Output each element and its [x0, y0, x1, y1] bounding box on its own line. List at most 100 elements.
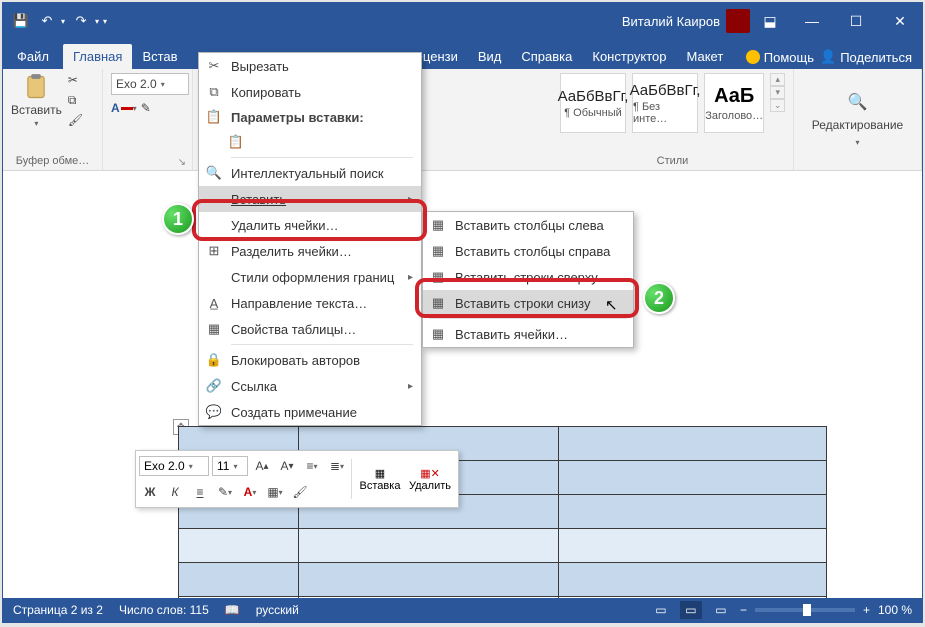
maximize-button[interactable]: ☐ [834, 3, 878, 39]
paste-button[interactable]: Вставить ▾ [11, 73, 62, 128]
ribbon-options-icon[interactable]: ⬓ [760, 11, 780, 31]
minimize-button[interactable]: — [790, 3, 834, 39]
ctx-block-authors[interactable]: 🔒Блокировать авторов [199, 347, 421, 373]
view-web-icon[interactable]: ▭ [710, 601, 732, 619]
cut-icon[interactable]: ✂ [68, 73, 84, 89]
font-name-combo[interactable]: Exo 2.0▾ [111, 73, 189, 95]
insert-rows-below-icon: ▦ [429, 294, 447, 312]
styles-more-icon[interactable]: ⌄ [770, 99, 785, 112]
bullets-icon[interactable]: ≡▾ [301, 455, 323, 477]
sub-insert-rows-above[interactable]: ▦Вставить строки сверху [423, 264, 633, 290]
table-insert-icon: ▦ [375, 467, 385, 480]
copy-icon: ⧉ [205, 83, 223, 101]
tab-view[interactable]: Вид [468, 44, 512, 69]
sub-insert-cells[interactable]: ▦Вставить ячейки… [423, 321, 633, 347]
annotation-badge-2: 2 [643, 282, 675, 314]
mini-insert-button[interactable]: ▦Вставка [355, 467, 405, 492]
styles-down-icon[interactable]: ▾ [770, 86, 785, 99]
grow-font-icon[interactable]: A▴ [251, 455, 273, 477]
bold-button[interactable]: Ж [139, 481, 161, 503]
ctx-table-properties[interactable]: ▦Свойства таблицы… [199, 316, 421, 342]
view-read-icon[interactable]: ▭ [650, 601, 672, 619]
lock-icon: 🔒 [205, 351, 223, 369]
insert-submenu: ▦Вставить столбцы слева ▦Вставить столбц… [422, 211, 634, 348]
insert-cols-left-icon: ▦ [429, 216, 447, 234]
undo-icon[interactable]: ↶ [37, 11, 57, 31]
font-color-icon[interactable]: A▾ [239, 481, 261, 503]
dialog-launcher-icon[interactable]: ↘ [178, 157, 186, 168]
ctx-delete-cells[interactable]: Удалить ячейки… [199, 212, 421, 238]
chevron-right-icon: ▸ [408, 381, 413, 392]
zoom-label[interactable]: 100 % [878, 603, 912, 617]
insert-cells-icon: ▦ [429, 325, 447, 343]
insert-rows-above-icon: ▦ [429, 268, 447, 286]
view-print-icon[interactable]: ▭ [680, 601, 702, 619]
chevron-right-icon: ▸ [408, 272, 413, 283]
tab-insert[interactable]: Встав [132, 44, 187, 69]
style-heading[interactable]: АаБЗаголово… [704, 73, 764, 133]
numbering-icon[interactable]: ≣▾ [326, 455, 348, 477]
ctx-split-cells[interactable]: ⊞Разделить ячейки… [199, 238, 421, 264]
ribbon: Вставить ▾ ✂ ⧉ 🖌 Буфер обме… Exo 2.0▾ A▾… [3, 69, 922, 171]
zoom-in-icon[interactable]: + [863, 603, 870, 617]
ctx-link[interactable]: 🔗Ссылка▸ [199, 373, 421, 399]
ctx-paste-option-1[interactable]: 📋 [199, 129, 421, 155]
split-cells-icon: ⊞ [205, 242, 223, 260]
shrink-font-icon[interactable]: A▾ [276, 455, 298, 477]
style-normal[interactable]: АаБбВвГг,¶ Обычный [560, 73, 626, 133]
sub-insert-cols-left[interactable]: ▦Вставить столбцы слева [423, 212, 633, 238]
font-color-icon[interactable]: A▾ [111, 101, 137, 115]
tab-layout[interactable]: Макет [677, 44, 734, 69]
status-page[interactable]: Страница 2 из 2 [13, 603, 103, 617]
paste-option-icon: 📋 [227, 133, 245, 151]
close-button[interactable]: ✕ [878, 3, 922, 39]
format-painter-icon[interactable]: 🖌 [289, 481, 311, 503]
titlebar: 💾 ↶▾ ↷▾ ▾ Виталий Каиров ⬓ — ☐ ✕ [3, 3, 922, 39]
ctx-smart-lookup[interactable]: 🔍Интеллектуальный поиск [199, 160, 421, 186]
style-no-spacing[interactable]: АаБбВвГг,¶ Без инте… [632, 73, 698, 133]
tell-me[interactable]: Помощь [746, 50, 814, 65]
status-words[interactable]: Число слов: 115 [119, 603, 209, 617]
save-icon[interactable]: 💾 [11, 11, 31, 31]
qat-customize-icon[interactable]: ▾ [103, 17, 107, 26]
copy-icon[interactable]: ⧉ [68, 93, 84, 109]
highlight-icon[interactable]: ✎▾ [214, 481, 236, 503]
mini-delete-button[interactable]: ▦✕Удалить [405, 467, 455, 492]
mini-size-combo[interactable]: 11▾ [212, 456, 248, 476]
link-icon: 🔗 [205, 377, 223, 395]
redo-icon[interactable]: ↷ [71, 11, 91, 31]
bulb-icon [746, 50, 760, 64]
status-bar: Страница 2 из 2 Число слов: 115 📖 русски… [3, 598, 922, 622]
zoom-out-icon[interactable]: − [740, 603, 747, 617]
italic-button[interactable]: К [164, 481, 186, 503]
ctx-insert[interactable]: Вставить▸ [199, 186, 421, 212]
sub-insert-rows-below[interactable]: ▦Вставить строки снизу [423, 290, 633, 316]
paste-icon: 📋 [205, 108, 223, 126]
styles-up-icon[interactable]: ▴ [770, 73, 785, 86]
ctx-new-comment[interactable]: 💬Создать примечание [199, 399, 421, 425]
tab-help[interactable]: Справка [511, 44, 582, 69]
status-language[interactable]: русский [256, 603, 299, 617]
mini-font-combo[interactable]: Exo 2.0▾ [139, 456, 209, 476]
tab-file[interactable]: Файл [3, 44, 63, 69]
underline-icon[interactable]: ≡ [189, 481, 211, 503]
ctx-cut[interactable]: ✂Вырезать [199, 53, 421, 79]
ctx-border-styles[interactable]: Стили оформления границ▸ [199, 264, 421, 290]
ctx-text-direction[interactable]: A̲Направление текста… [199, 290, 421, 316]
avatar [726, 9, 750, 33]
ctx-copy[interactable]: ⧉Копировать [199, 79, 421, 105]
tab-constructor[interactable]: Конструктор [582, 44, 676, 69]
tab-home[interactable]: Главная [63, 44, 132, 69]
user-account[interactable]: Виталий Каиров [622, 9, 750, 33]
highlight-icon[interactable]: ✎ [141, 101, 151, 115]
find-icon[interactable]: 🔍 [848, 92, 868, 112]
table-delete-icon: ▦✕ [420, 467, 440, 480]
status-spellcheck-icon[interactable]: 📖 [225, 603, 240, 617]
share-button[interactable]: 👤Поделиться [820, 49, 912, 65]
format-painter-icon[interactable]: 🖌 [68, 113, 84, 129]
shading-icon[interactable]: ▦▾ [264, 481, 286, 503]
zoom-slider[interactable] [755, 608, 855, 612]
annotation-badge-1: 1 [162, 203, 194, 235]
user-name: Виталий Каиров [622, 14, 720, 29]
sub-insert-cols-right[interactable]: ▦Вставить столбцы справа [423, 238, 633, 264]
